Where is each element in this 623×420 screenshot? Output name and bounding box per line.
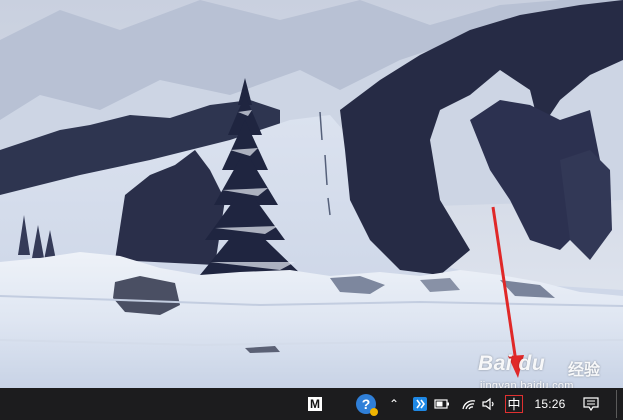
show-hidden-icons-button[interactable]: ⌃ bbox=[384, 388, 404, 420]
desktop-wallpaper bbox=[0, 0, 623, 388]
help-app-icon[interactable]: ? bbox=[355, 388, 378, 420]
volume-tray-icon[interactable] bbox=[480, 388, 498, 420]
taskbar-clock[interactable]: 15:26 bbox=[528, 388, 572, 420]
wifi-icon bbox=[462, 400, 476, 410]
input-method-indicator[interactable]: 中 bbox=[503, 388, 525, 420]
action-center-button[interactable] bbox=[580, 388, 602, 420]
help-symbol: ? bbox=[361, 396, 371, 412]
watermark-brand: Bai du bbox=[478, 352, 546, 375]
chevron-up-icon: ⌃ bbox=[388, 397, 400, 411]
ime-chinese-label: 中 bbox=[505, 395, 523, 413]
show-desktop-divider[interactable] bbox=[616, 390, 617, 418]
app-letter: M bbox=[308, 397, 322, 411]
notification-icon bbox=[583, 397, 599, 411]
puzzle-icon bbox=[413, 397, 427, 411]
speaker-icon bbox=[482, 397, 494, 411]
battery-icon bbox=[434, 399, 449, 409]
pinned-app-m-icon[interactable]: M bbox=[306, 388, 324, 420]
taskbar: M ? ⌃ 中 15:26 bbox=[0, 388, 623, 420]
watermark-brand-cn: 经验 bbox=[568, 362, 601, 379]
wifi-tray-icon[interactable] bbox=[460, 388, 478, 420]
tray-app-icon-blue[interactable] bbox=[410, 388, 430, 420]
notification-dot bbox=[370, 408, 378, 416]
battery-tray-icon[interactable] bbox=[432, 388, 452, 420]
question-mark-icon: ? bbox=[356, 394, 378, 416]
